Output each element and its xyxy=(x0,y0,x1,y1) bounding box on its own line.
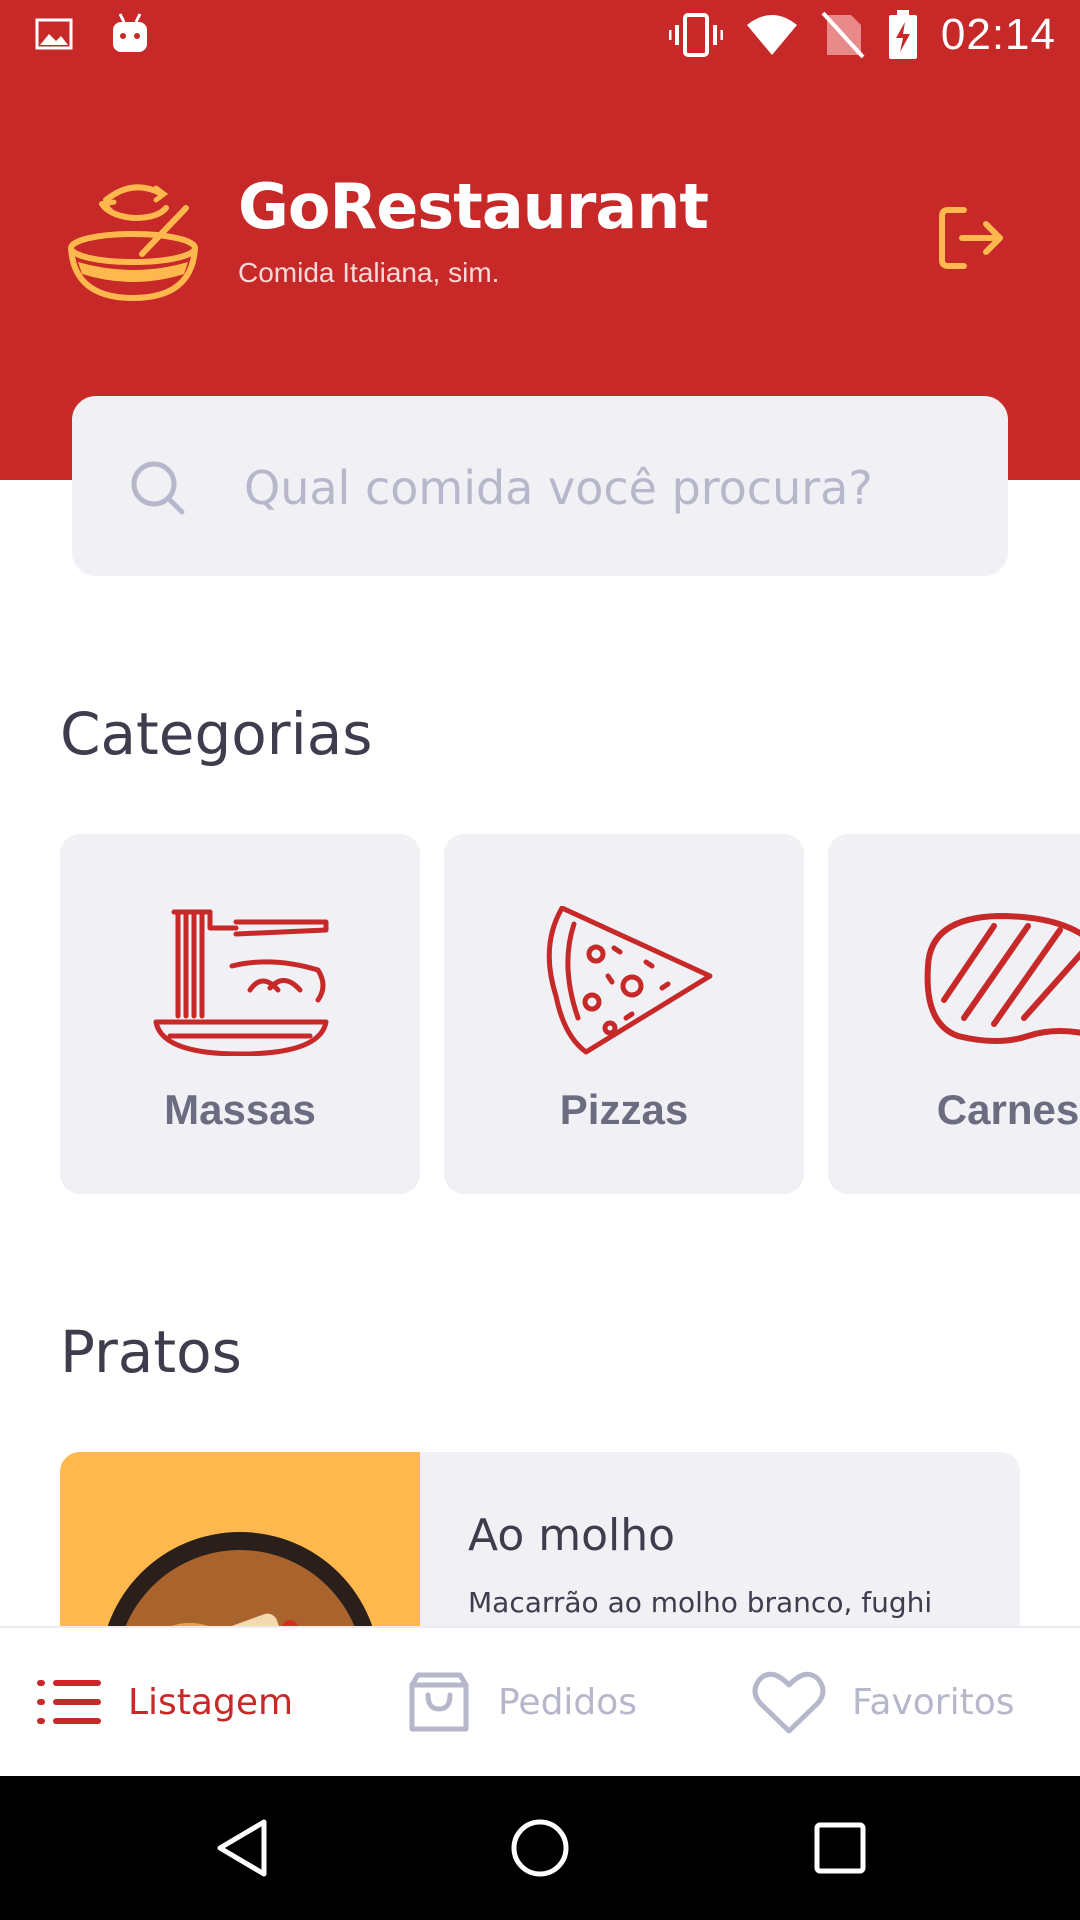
tab-label: Favoritos xyxy=(852,1681,1015,1723)
dish-title: Ao molho xyxy=(468,1510,676,1561)
brand: GoRestaurant Comida Italiana, sim. xyxy=(238,170,709,289)
tab-label: Pedidos xyxy=(498,1681,638,1723)
tab-pedidos[interactable]: Pedidos xyxy=(406,1628,637,1776)
recents-icon[interactable] xyxy=(814,1822,866,1874)
tab-favoritos[interactable]: Favoritos xyxy=(752,1628,1015,1776)
heart-icon xyxy=(752,1671,826,1734)
app-subtitle: Comida Italiana, sim. xyxy=(238,257,500,288)
wifi-icon xyxy=(746,15,797,55)
steak-icon xyxy=(924,913,1080,1044)
vibrate-icon xyxy=(668,13,723,57)
list-icon xyxy=(37,1680,101,1724)
status-bar: 02:14 xyxy=(0,0,1080,72)
home-icon[interactable] xyxy=(510,1818,570,1878)
bottom-tab-bar: Listagem Pedidos Favoritos xyxy=(0,1626,1080,1776)
status-time: 02:14 xyxy=(940,10,1056,59)
dishes-title: Pratos xyxy=(60,1318,242,1386)
category-label: Pizzas xyxy=(559,1086,689,1133)
category-card-pizzas[interactable]: Pizzas xyxy=(444,834,804,1194)
search-input[interactable] xyxy=(244,438,964,538)
back-icon[interactable] xyxy=(214,1816,270,1880)
category-label: Carnes xyxy=(936,1086,1080,1133)
search-box[interactable] xyxy=(72,396,1008,576)
category-card-massas[interactable]: Massas xyxy=(60,834,420,1194)
categories-title: Categorias xyxy=(60,700,373,768)
category-card-carnes[interactable]: Carnes xyxy=(828,834,1080,1194)
android-nav-bar xyxy=(0,1776,1080,1920)
no-sim-icon xyxy=(821,11,865,59)
tab-listagem[interactable]: Listagem xyxy=(36,1628,293,1776)
app-title: GoRestaurant xyxy=(238,170,709,243)
tab-label: Listagem xyxy=(128,1681,294,1723)
logout-icon[interactable] xyxy=(938,204,1006,272)
image-icon xyxy=(35,18,73,50)
shopping-bag-icon xyxy=(409,1672,469,1732)
search-icon xyxy=(131,461,185,515)
pizza-icon xyxy=(546,906,713,1055)
android-icon xyxy=(113,13,147,52)
dish-description: Macarrão ao molho branco, fughi xyxy=(468,1586,933,1619)
bowl-logo-icon xyxy=(68,184,198,302)
battery-charging-icon xyxy=(888,10,917,59)
pasta-icon xyxy=(153,909,329,1056)
category-label: Massas xyxy=(164,1086,316,1133)
